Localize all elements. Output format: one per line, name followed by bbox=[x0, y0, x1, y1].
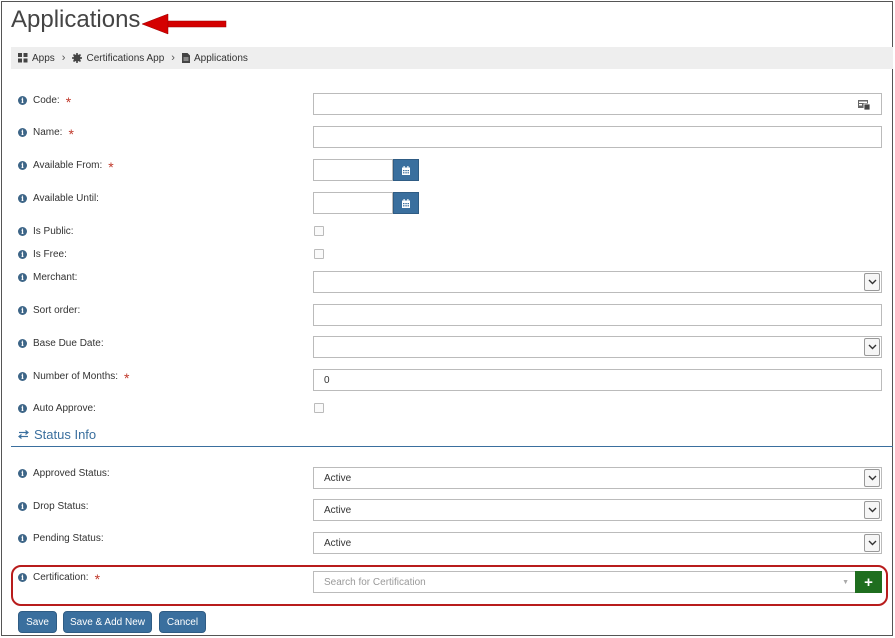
exchange-icon bbox=[18, 430, 29, 439]
save-and-add-new-button[interactable]: Save & Add New bbox=[63, 611, 152, 633]
info-icon[interactable]: i bbox=[18, 469, 27, 478]
grid-icon bbox=[18, 53, 28, 63]
add-certification-button[interactable]: + bbox=[855, 571, 882, 593]
number-of-months-input[interactable]: 0 bbox=[313, 369, 882, 391]
is-free-checkbox[interactable] bbox=[314, 249, 324, 259]
auto-approve-label: i Auto Approve: bbox=[18, 403, 96, 414]
breadcrumb-separator-icon: › bbox=[61, 52, 66, 64]
info-icon[interactable]: i bbox=[18, 227, 27, 236]
info-icon[interactable]: i bbox=[18, 502, 27, 511]
document-icon bbox=[181, 53, 190, 63]
drop-status-label: i Drop Status: bbox=[18, 501, 89, 512]
available-from-calendar-button[interactable] bbox=[393, 159, 419, 181]
info-icon[interactable]: i bbox=[18, 339, 27, 348]
code-label: i Code: * bbox=[18, 93, 72, 110]
drop-status-select[interactable]: Active bbox=[313, 499, 882, 521]
approved-status-label: i Approved Status: bbox=[18, 468, 110, 479]
merchant-select[interactable] bbox=[313, 271, 882, 293]
breadcrumb-label: Apps bbox=[32, 52, 55, 64]
caret-down-icon[interactable]: ▼ bbox=[842, 579, 849, 586]
base-due-date-select[interactable] bbox=[313, 336, 882, 358]
calendar-icon bbox=[402, 165, 410, 175]
available-until-label: i Available Until: bbox=[18, 193, 99, 204]
info-icon[interactable]: i bbox=[18, 128, 27, 137]
gear-icon bbox=[72, 53, 83, 63]
is-free-label: i Is Free: bbox=[18, 249, 67, 260]
code-input[interactable] bbox=[313, 93, 882, 115]
code-generator-icon[interactable] bbox=[858, 99, 870, 110]
pending-status-select[interactable]: Active bbox=[313, 532, 882, 554]
status-info-section-header: Status Info bbox=[18, 427, 96, 442]
chevron-down-icon bbox=[868, 540, 876, 546]
info-icon[interactable]: i bbox=[18, 161, 27, 170]
breadcrumb-separator-icon: › bbox=[171, 52, 175, 64]
dropdown-button[interactable] bbox=[864, 469, 880, 487]
name-label: i Name: * bbox=[18, 125, 74, 142]
required-icon: * bbox=[94, 570, 101, 587]
required-icon: * bbox=[108, 158, 114, 175]
info-icon[interactable]: i bbox=[18, 404, 27, 413]
info-icon[interactable]: i bbox=[18, 194, 27, 203]
info-icon[interactable]: i bbox=[18, 250, 27, 259]
auto-approve-checkbox[interactable] bbox=[314, 403, 324, 413]
breadcrumb-label: Certifications App bbox=[86, 52, 165, 64]
dropdown-button[interactable] bbox=[864, 501, 880, 519]
cancel-button[interactable]: Cancel bbox=[159, 611, 206, 633]
breadcrumb-item-apps[interactable]: Apps bbox=[18, 53, 55, 64]
certification-search-input[interactable]: Search for Certification ▼ bbox=[313, 571, 856, 593]
section-divider bbox=[11, 446, 893, 447]
calendar-icon bbox=[402, 198, 410, 208]
sort-order-input[interactable] bbox=[313, 304, 882, 326]
pending-status-label: i Pending Status: bbox=[18, 533, 104, 544]
required-icon: * bbox=[65, 93, 72, 110]
is-public-label: i Is Public: bbox=[18, 226, 74, 237]
breadcrumb-item-applications: Applications bbox=[181, 52, 248, 64]
breadcrumb-label: Applications bbox=[193, 52, 248, 64]
required-icon: * bbox=[124, 369, 130, 386]
is-public-checkbox[interactable] bbox=[314, 226, 324, 236]
info-icon[interactable]: i bbox=[18, 573, 27, 582]
sort-order-label: i Sort order: bbox=[18, 305, 80, 316]
info-icon[interactable]: i bbox=[18, 273, 27, 282]
info-icon[interactable]: i bbox=[18, 306, 27, 315]
info-icon[interactable]: i bbox=[18, 96, 27, 105]
certification-label: i Certification: * bbox=[18, 570, 101, 587]
chevron-down-icon bbox=[868, 507, 876, 513]
available-until-calendar-button[interactable] bbox=[393, 192, 419, 214]
breadcrumb-item-certifications-app[interactable]: Certifications App bbox=[72, 53, 164, 64]
breadcrumb: Apps › Certifications App › Applications bbox=[11, 47, 893, 69]
info-icon[interactable]: i bbox=[18, 372, 27, 381]
page-title: Applications bbox=[11, 6, 141, 33]
dropdown-button[interactable] bbox=[864, 273, 880, 291]
number-of-months-label: i Number of Months: * bbox=[18, 369, 130, 386]
available-from-label: i Available From: * bbox=[18, 158, 114, 175]
info-icon[interactable]: i bbox=[18, 534, 27, 543]
dropdown-button[interactable] bbox=[864, 534, 880, 552]
save-button[interactable]: Save bbox=[18, 611, 57, 633]
base-due-date-label: i Base Due Date: bbox=[18, 338, 104, 349]
available-from-input[interactable] bbox=[313, 159, 393, 181]
chevron-down-icon bbox=[868, 475, 876, 481]
required-icon: * bbox=[68, 125, 74, 142]
chevron-down-icon bbox=[868, 279, 876, 285]
chevron-down-icon bbox=[868, 344, 876, 350]
approved-status-select[interactable]: Active bbox=[313, 467, 882, 489]
available-until-input[interactable] bbox=[313, 192, 393, 214]
app-window: Applications Apps › Certifications App › bbox=[1, 1, 893, 636]
name-input[interactable] bbox=[313, 126, 882, 148]
merchant-label: i Merchant: bbox=[18, 272, 77, 283]
dropdown-button[interactable] bbox=[864, 338, 880, 356]
annotation-arrow-icon bbox=[142, 13, 227, 35]
